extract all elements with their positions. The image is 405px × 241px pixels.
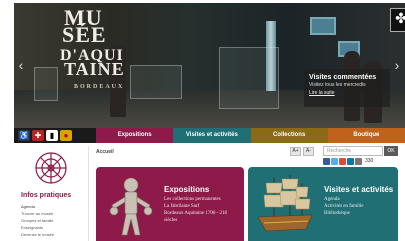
social-bar: 330 — [323, 158, 373, 165]
bordeaux-emblem-icon[interactable]: ✤ — [390, 8, 405, 32]
search-button[interactable]: OK — [384, 146, 398, 156]
accessibility-icon[interactable]: ♿ — [18, 130, 30, 141]
sidebar-link[interactable]: Enseignants — [21, 224, 54, 231]
sidebar-link[interactable]: Agenda — [21, 203, 54, 210]
nav-expositions[interactable]: Expositions — [96, 128, 174, 143]
ship-model-icon — [257, 175, 313, 232]
rosette-icon — [35, 152, 67, 184]
hero-banner[interactable]: MU SÉE D'AQUI TAINE BORDEAUX ✤ ‹ › Visit… — [14, 3, 405, 128]
display-case — [34, 67, 58, 101]
font-size-controls: A+ A- — [290, 147, 314, 156]
card-line[interactable]: Activités en famille — [324, 203, 363, 210]
breadcrumb[interactable]: Accueil — [96, 149, 114, 155]
museum-logo[interactable]: MU SÉE D'AQUI TAINE BORDEAUX — [58, 6, 127, 91]
hero-screen — [310, 17, 336, 35]
artifact-icon — [109, 177, 153, 236]
flag-icon[interactable]: ▮ — [46, 130, 58, 141]
sidebar: Infos pratiques Agenda Trouver au musée … — [14, 146, 89, 241]
expositions-card-title[interactable]: Expositions — [164, 185, 209, 194]
logo-text: TAINE — [64, 59, 125, 79]
card-line[interactable]: siècles — [164, 217, 227, 224]
spain-flag-icon[interactable]: ● — [60, 130, 72, 141]
expositions-card-body: Les collections permanentes La fabrilant… — [164, 196, 227, 224]
main-content: Accueil A+ A- Recherche OK 330 Expositio… — [90, 143, 405, 241]
hero-caption[interactable]: Visites commentées Visitez tous les merc… — [304, 69, 390, 107]
nav-visites[interactable]: Visites et activités — [173, 128, 251, 143]
utility-bar: ♿ ✚ ▮ ● — [14, 128, 96, 143]
visites-card[interactable]: Visites et activités Agenda Activités en… — [248, 167, 398, 241]
prev-arrow-icon[interactable]: ‹ — [16, 55, 26, 75]
sidebar-link[interactable]: Trouver au musée — [21, 210, 54, 217]
twitter-icon[interactable] — [331, 158, 338, 165]
share-count: 330 — [365, 158, 374, 164]
uk-flag-icon[interactable]: ✚ — [32, 130, 44, 141]
display-case — [130, 65, 182, 99]
sidebar-link[interactable]: Devenez le musée — [21, 231, 54, 238]
caption-subtitle: Visitez tous les mercredis — [309, 82, 366, 88]
visites-card-title[interactable]: Visites et activités — [324, 185, 393, 194]
email-icon[interactable] — [355, 158, 362, 165]
next-arrow-icon[interactable]: › — [392, 55, 402, 75]
card-line[interactable]: La fabrilante Sarf — [164, 203, 227, 210]
sidebar-links: Agenda Trouver au musée Groupes et famil… — [21, 203, 54, 238]
card-line[interactable]: Bordeaux Aquitaine 1700 - 218 — [164, 210, 227, 217]
logo-text: SÉE — [62, 22, 107, 47]
main-nav: Expositions Visites et activités Collect… — [96, 128, 405, 143]
card-line[interactable]: Agenda — [324, 196, 363, 203]
caption-title: Visites commentées — [309, 74, 377, 81]
nav-collections[interactable]: Collections — [250, 128, 328, 143]
search-input[interactable]: Recherche — [323, 146, 383, 156]
display-case — [219, 47, 279, 109]
card-line[interactable]: Les collections permanentes — [164, 196, 227, 203]
visites-card-body: Agenda Activités en famille Bibliothèque — [324, 196, 363, 217]
facebook-icon[interactable] — [323, 158, 330, 165]
sidebar-title: Infos pratiques — [21, 192, 72, 199]
googleplus-icon[interactable] — [339, 158, 346, 165]
expositions-card[interactable]: Expositions Les collections permanentes … — [96, 167, 244, 241]
card-line[interactable]: Bibliothèque — [324, 210, 363, 217]
nav-boutique[interactable]: Boutique — [327, 128, 405, 143]
logo-text: BORDEAUX — [74, 84, 125, 90]
font-increase-button[interactable]: A+ — [290, 147, 301, 156]
linkedin-icon[interactable] — [347, 158, 354, 165]
font-decrease-button[interactable]: A- — [303, 147, 314, 156]
caption-link[interactable]: Lire la suite — [309, 89, 385, 97]
sidebar-link[interactable]: Groupes et famille — [21, 217, 54, 224]
